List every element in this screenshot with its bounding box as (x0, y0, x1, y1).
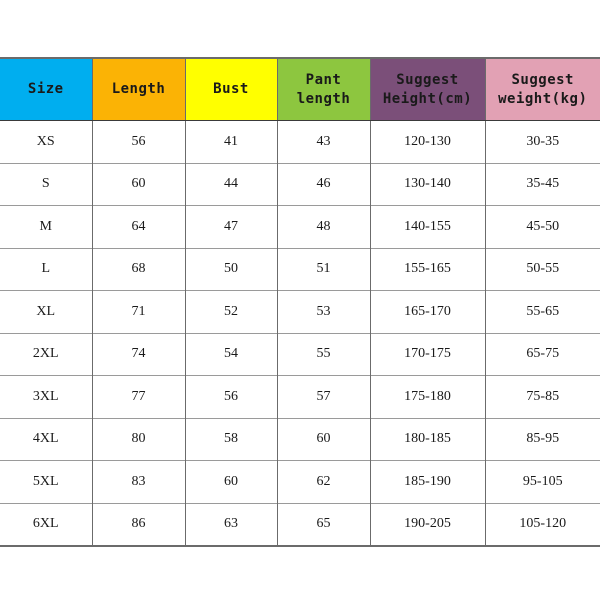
cell-length: 80 (91, 417, 186, 461)
cell-bust: 52 (184, 290, 278, 333)
cell-weight: 75-85 (484, 375, 600, 418)
cell-size: 6XL (0, 502, 93, 546)
cell-bust: 47 (184, 205, 278, 248)
cell-pant: 48 (276, 205, 371, 248)
size-chart-table: Size Length Bust Pant length Suggest Height(cm… (0, 57, 600, 547)
cell-height: 155-165 (369, 247, 486, 291)
cell-pant: 51 (276, 247, 371, 291)
cell-bust: 58 (184, 417, 278, 461)
cell-weight: 50-55 (484, 247, 600, 291)
column-header-label: weight(kg) (498, 90, 588, 107)
table-row: L 68 50 51 155-165 50-55 (0, 247, 600, 291)
cell-length: 86 (91, 502, 186, 546)
cell-bust: 54 (184, 332, 278, 376)
column-header-size: Size (0, 58, 93, 121)
cell-size: 3XL (0, 375, 93, 418)
cell-pant: 46 (276, 162, 371, 206)
cell-length: 60 (91, 162, 186, 206)
cell-weight: 105-120 (484, 502, 600, 546)
cell-bust: 63 (184, 502, 278, 546)
cell-size: 5XL (0, 460, 93, 503)
cell-weight: 85-95 (484, 417, 600, 461)
cell-bust: 44 (184, 162, 278, 206)
cell-pant: 53 (276, 290, 371, 333)
cell-bust: 50 (184, 247, 278, 291)
cell-height: 175-180 (369, 375, 486, 418)
cell-height: 190-205 (369, 502, 486, 546)
table-row: 4XL 80 58 60 180-185 85-95 (0, 417, 600, 461)
cell-length: 64 (91, 205, 186, 248)
header-row: Size Length Bust Pant length Suggest Height(cm… (0, 58, 600, 121)
column-header-label: Suggest (511, 71, 574, 88)
cell-weight: 45-50 (484, 205, 600, 248)
table-row: 2XL 74 54 55 170-175 65-75 (0, 332, 600, 376)
table-row: XL 71 52 53 165-170 55-65 (0, 290, 600, 333)
cell-weight: 55-65 (484, 290, 600, 333)
column-header-label: length (296, 90, 351, 107)
cell-bust: 56 (184, 375, 278, 418)
cell-weight: 65-75 (484, 332, 600, 376)
cell-height: 180-185 (369, 417, 486, 461)
cell-size: M (0, 205, 93, 248)
table-row: M 64 47 48 140-155 45-50 (0, 205, 600, 248)
table-row: XS 56 41 43 120-130 30-35 (0, 120, 600, 163)
cell-weight: 30-35 (484, 120, 600, 163)
table-body: XS 56 41 43 120-130 30-35 S 60 44 46 130-140 35-45 M… (0, 120, 600, 546)
cell-length: 68 (91, 247, 186, 291)
cell-bust: 41 (184, 120, 278, 163)
cell-pant: 60 (276, 417, 371, 461)
cell-height: 165-170 (369, 290, 486, 333)
cell-pant: 65 (276, 502, 371, 546)
column-header-bust: Bust (184, 58, 278, 121)
column-header-label: Bust (213, 81, 249, 98)
cell-length: 74 (91, 332, 186, 376)
column-header-label: Pant (305, 71, 342, 88)
cell-height: 170-175 (369, 332, 486, 376)
cell-size: XL (0, 290, 93, 333)
table-row: S 60 44 46 130-140 35-45 (0, 162, 600, 206)
cell-height: 130-140 (369, 162, 486, 206)
cell-length: 71 (91, 290, 186, 333)
cell-height: 120-130 (369, 120, 486, 163)
cell-size: L (0, 247, 93, 291)
cell-weight: 35-45 (484, 162, 600, 206)
table-row: 5XL 83 60 62 185-190 95-105 (0, 460, 600, 503)
cell-length: 56 (91, 120, 186, 163)
cell-pant: 62 (276, 460, 371, 503)
cell-bust: 60 (184, 460, 278, 503)
table-header: Size Length Bust Pant length Suggest Height(cm… (0, 58, 600, 121)
cell-length: 77 (91, 375, 186, 418)
cell-height: 185-190 (369, 460, 486, 503)
cell-size: 4XL (0, 417, 93, 461)
cell-weight: 95-105 (484, 460, 600, 503)
column-header-label: Length (111, 81, 166, 98)
column-header-label: Height(cm) (382, 90, 473, 107)
cell-pant: 43 (276, 120, 371, 163)
cell-height: 140-155 (369, 205, 486, 248)
cell-size: S (0, 162, 93, 206)
column-header-pant: Pant length (276, 58, 371, 121)
table-row: 3XL 77 56 57 175-180 75-85 (0, 375, 600, 418)
column-header-label: Size (27, 81, 64, 98)
column-header-label: Suggest (396, 71, 459, 88)
cell-size: XS (0, 120, 93, 163)
table-row: 6XL 86 63 65 190-205 105-120 (0, 502, 600, 546)
size-chart-container: Size Length Bust Pant length Suggest Height(cm… (0, 57, 600, 547)
cell-pant: 57 (276, 375, 371, 418)
column-header-weight: Suggest weight(kg) (484, 58, 600, 121)
column-header-length: Length (91, 58, 186, 121)
cell-pant: 55 (276, 332, 371, 376)
cell-size: 2XL (0, 332, 93, 376)
cell-length: 83 (91, 460, 186, 503)
column-header-height: Suggest Height(cm) (369, 58, 486, 121)
